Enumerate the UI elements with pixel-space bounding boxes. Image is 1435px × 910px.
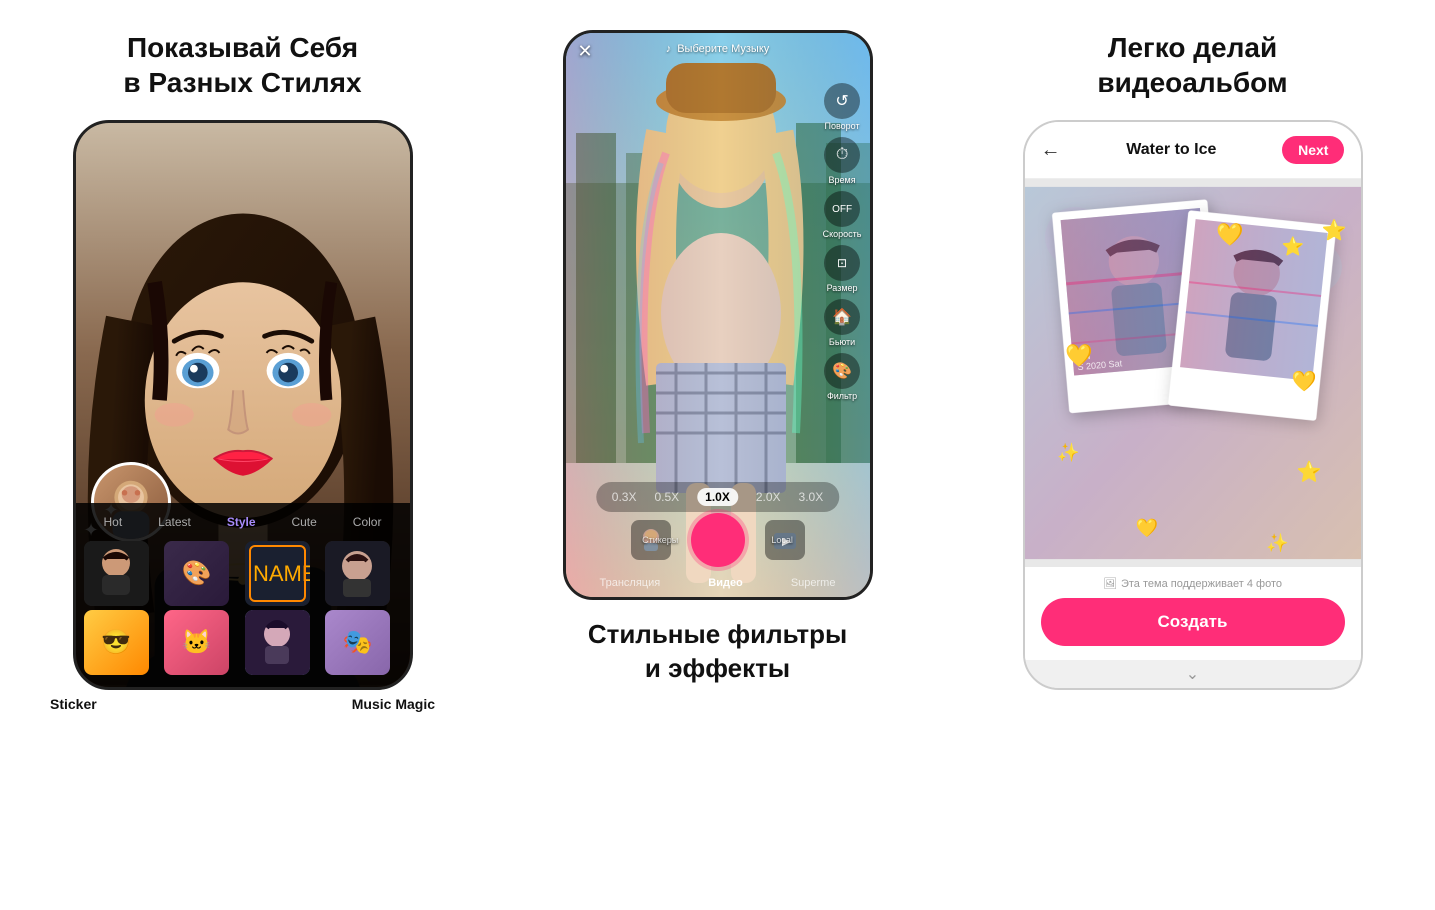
music-note-icon: ♪ — [666, 43, 672, 55]
support-text: 🖼 Эта тема поддерживает 4 фото — [1041, 577, 1345, 590]
tab-latest[interactable]: Latest — [150, 511, 199, 533]
stickers-label: Стикеры — [642, 535, 678, 545]
label-sticker: Sticker — [50, 696, 97, 712]
col1-content: New Cov ✦ ✦ Hot Latest — [76, 123, 410, 687]
beauty-icon: 🏠 — [824, 299, 860, 335]
beauty-label: Бьюти — [829, 337, 855, 347]
zoom-05[interactable]: 0.5X — [654, 490, 679, 504]
tab-hot[interactable]: Hot — [95, 511, 130, 533]
mode-superme[interactable]: Superme — [791, 577, 836, 589]
rotate-icon-item[interactable]: ↺ Поворот — [823, 83, 862, 131]
sticker-cell-3[interactable]: NAME — [245, 541, 310, 606]
zoom-30[interactable]: 3.0X — [799, 490, 824, 504]
size-label: Размер — [827, 283, 858, 293]
svg-text:💛: 💛 — [1065, 343, 1093, 368]
filter-icon: 🎨 — [824, 353, 860, 389]
record-labels: Стикеры Local — [566, 535, 870, 545]
col3-bottom: 🖼 Эта тема поддерживает 4 фото Создать — [1025, 567, 1361, 660]
time-icon-item[interactable]: ⏱ Время — [823, 137, 862, 185]
support-label: Эта тема поддерживает 4 фото — [1121, 578, 1282, 590]
next-button[interactable]: Next — [1282, 136, 1344, 164]
rotate-label: Поворот — [825, 121, 860, 131]
beauty-icon-item[interactable]: 🏠 Бьюти — [823, 299, 862, 347]
tab-row: Hot Latest Style Cute Color — [76, 511, 410, 533]
tab-cute[interactable]: Cute — [283, 511, 324, 533]
sticker-cell-4[interactable] — [325, 541, 390, 606]
svg-text:⭐: ⭐ — [1281, 235, 1304, 256]
sticker-cell-5[interactable]: 😎 — [84, 610, 149, 675]
svg-text:✨: ✨ — [1057, 443, 1080, 463]
zoom-20[interactable]: 2.0X — [756, 490, 781, 504]
column-2: ✕ ♪ Выберите Музыку ↺ Поворот ⏱ Время OF… — [485, 0, 950, 910]
svg-text:⭐: ⭐ — [1321, 218, 1346, 242]
col1-title: Показывай Себя в Разных Стилях — [123, 30, 361, 100]
col3-title: Легко делай видеоальбом — [1097, 30, 1287, 100]
create-button[interactable]: Создать — [1041, 598, 1345, 646]
sticker-cell-8[interactable]: 🎭 — [325, 610, 390, 675]
svg-text:💛: 💛 — [1291, 370, 1317, 393]
size-icon-item[interactable]: ⊡ Размер — [823, 245, 862, 293]
time-icon: ⏱ — [824, 137, 860, 173]
svg-text:💛: 💛 — [1135, 518, 1158, 538]
col2-right-icons: ↺ Поворот ⏱ Время OFF Скорость ⊡ Размер … — [823, 83, 862, 401]
music-label[interactable]: Выберите Музыку — [677, 43, 769, 55]
mode-tabs: Трансляция Видео Superme — [566, 577, 870, 589]
back-button[interactable]: ← — [1041, 139, 1061, 162]
col3-bg-svg: PM S 2020 Sat — [1025, 179, 1361, 567]
sticker-cell-1[interactable] — [84, 541, 149, 606]
music-bar: ♪ Выберите Музыку — [666, 43, 770, 55]
phone-col1: New Cov ✦ ✦ Hot Latest — [73, 120, 413, 690]
sticker-grid: 🎨 NAME — [76, 541, 410, 675]
svg-text:⭐: ⭐ — [1296, 460, 1321, 484]
svg-text:✨: ✨ — [1266, 533, 1289, 553]
size-icon: ⊡ — [824, 245, 860, 281]
mode-video[interactable]: Видео — [708, 577, 743, 589]
column-3: Легко делай видеоальбом ← Water to Ice N… — [950, 0, 1435, 910]
col2-content: ✕ ♪ Выберите Музыку ↺ Поворот ⏱ Время OF… — [566, 33, 870, 597]
col1-labels: Sticker Music Magic — [20, 696, 465, 712]
phone-col2: ✕ ♪ Выберите Музыку ↺ Поворот ⏱ Время OF… — [563, 30, 873, 600]
column-1: Показывай Себя в Разных Стилях — [0, 0, 485, 910]
col2-subtitle: Стильные фильтры и эффекты — [588, 618, 847, 686]
col3-content: ← Water to Ice Next — [1025, 122, 1361, 688]
speed-icon: OFF — [824, 191, 860, 227]
filter-label: Фильтр — [827, 391, 857, 401]
mode-broadcast[interactable]: Трансляция — [600, 577, 661, 589]
zoom-10[interactable]: 1.0X — [697, 488, 738, 506]
filter-icon-item[interactable]: 🎨 Фильтр — [823, 353, 862, 401]
chevron-down-icon: ⌄ — [1025, 660, 1361, 688]
zoom-03[interactable]: 0.3X — [612, 490, 637, 504]
tab-style[interactable]: Style — [219, 511, 264, 533]
rotate-icon: ↺ — [824, 83, 860, 119]
sticker-cell-6[interactable]: 🐱 — [164, 610, 229, 675]
tab-color[interactable]: Color — [345, 511, 390, 533]
close-icon[interactable]: ✕ — [578, 41, 593, 62]
zoom-bar: 0.3X 0.5X 1.0X 2.0X 3.0X — [596, 482, 839, 512]
col3-image-area: PM S 2020 Sat — [1025, 179, 1361, 567]
label-music-magic: Music Magic — [352, 696, 435, 712]
water-to-ice-title: Water to Ice — [1126, 141, 1216, 159]
time-label: Время — [829, 175, 856, 185]
sticker-cell-2[interactable]: 🎨 — [164, 541, 229, 606]
sticker-cell-7[interactable] — [245, 610, 310, 675]
svg-text:💛: 💛 — [1216, 222, 1244, 247]
image-icon: 🖼 — [1103, 577, 1117, 590]
col3-header: ← Water to Ice Next — [1025, 122, 1361, 179]
speed-label: Скорость — [823, 229, 862, 239]
local-label: Local — [771, 535, 793, 545]
svg-text:NAME: NAME — [253, 561, 310, 586]
speed-icon-item[interactable]: OFF Скорость — [823, 191, 862, 239]
phone-col3: ← Water to Ice Next — [1023, 120, 1363, 690]
col1-bottom-bar: Hot Latest Style Cute Color — [76, 503, 410, 687]
